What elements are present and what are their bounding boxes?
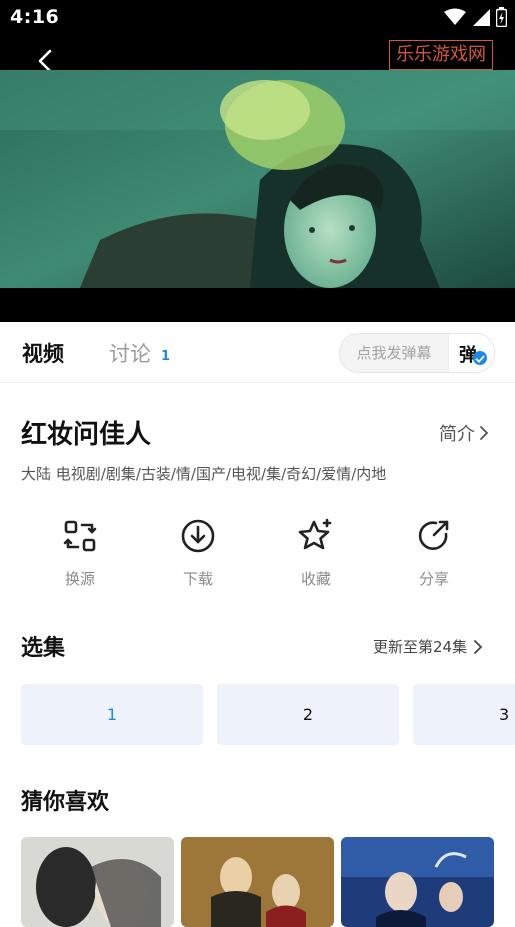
share-icon (416, 518, 452, 554)
recommend-poster-3[interactable] (341, 837, 494, 927)
show-title: 红妆问佳人 (21, 420, 152, 450)
video-frame-image (0, 70, 515, 288)
favorite-label: 收藏 (300, 570, 331, 588)
share-label: 分享 (418, 570, 449, 588)
intro-label: 简介 (439, 424, 475, 445)
poster-image (21, 837, 174, 927)
wifi-icon (444, 8, 466, 25)
signal-icon (473, 9, 490, 26)
discuss-count-badge: 1 (161, 349, 171, 364)
episodes-update-link[interactable]: 更新至第24集 (373, 636, 483, 657)
recommend-poster-1[interactable] (21, 837, 174, 927)
check-icon (473, 351, 487, 365)
status-time: 4:16 (10, 6, 60, 28)
episode-button-2[interactable]: 2 (217, 684, 399, 745)
danmu-input[interactable]: 点我发弹幕 (340, 334, 448, 372)
episodes-update-text: 更新至第24集 (373, 638, 468, 656)
star-favorite-icon (298, 518, 334, 554)
video-player[interactable] (0, 70, 515, 288)
poster-image (341, 837, 494, 927)
recommend-poster-2[interactable] (181, 837, 334, 927)
system-icons (444, 7, 507, 27)
show-tags: 大陆 电视剧/剧集/古装/情/国产/电视/集/奇幻/爱情/内地 (21, 465, 387, 483)
chevron-right-icon (474, 639, 483, 654)
download-label: 下载 (182, 570, 213, 588)
chevron-right-icon (480, 426, 489, 440)
recommend-heading: 猜你喜欢 (21, 790, 110, 815)
share-button[interactable]: 分享 (394, 518, 474, 589)
episode-button-3[interactable]: 3 (413, 684, 515, 745)
episodes-heading: 选集 (21, 636, 66, 661)
switch-source-label: 换源 (64, 570, 95, 588)
switch-source-button[interactable]: 换源 (40, 518, 120, 589)
watermark: 乐乐游戏网 (389, 40, 493, 70)
danmu-box: 点我发弹幕 弹 (339, 333, 495, 373)
tab-video[interactable]: 视频 (22, 338, 64, 368)
download-button[interactable]: 下载 (158, 518, 238, 589)
battery-icon (496, 7, 507, 27)
tab-discuss[interactable]: 讨论 (109, 338, 151, 368)
episode-button-1[interactable]: 1 (21, 684, 203, 745)
danmu-toggle-button[interactable]: 弹 (448, 334, 494, 372)
video-bottom-bar (0, 288, 515, 322)
status-bar: 4:16 (0, 0, 515, 34)
download-icon (180, 518, 216, 554)
intro-link[interactable]: 简介 (439, 420, 489, 446)
poster-image (181, 837, 334, 927)
favorite-button[interactable]: 收藏 (276, 518, 356, 589)
switch-source-icon (62, 518, 98, 554)
